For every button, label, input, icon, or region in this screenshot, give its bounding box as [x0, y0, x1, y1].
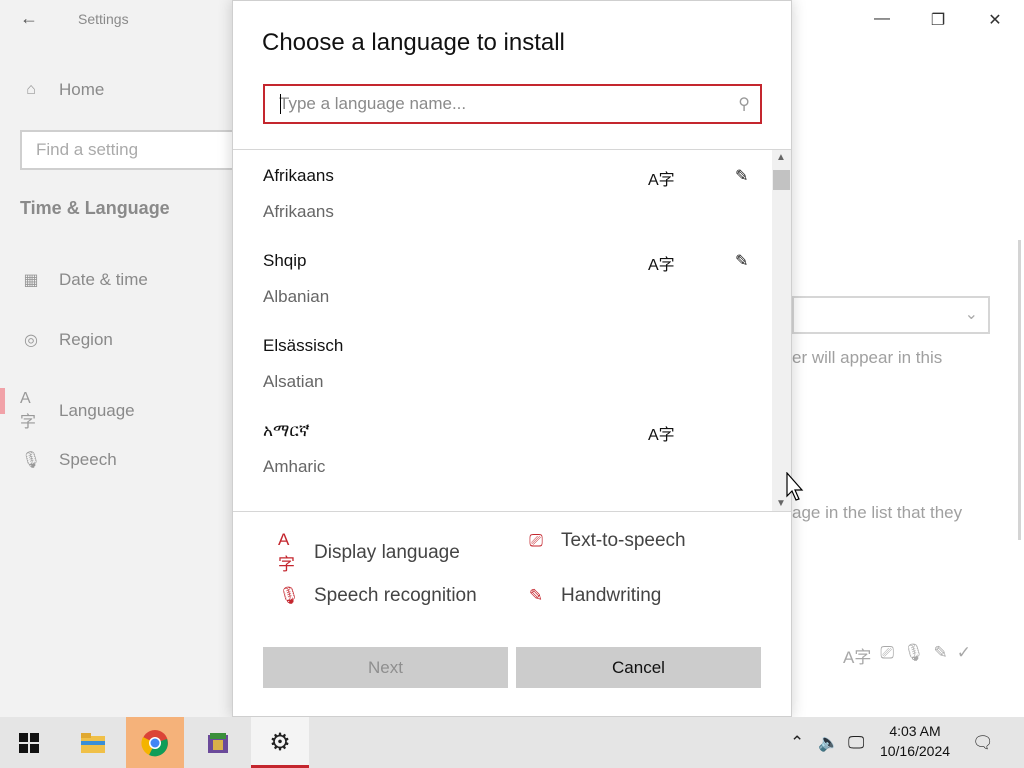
- background-scrollbar[interactable]: [1018, 240, 1021, 540]
- language-native-name: Elsässisch: [263, 336, 344, 355]
- microphone-icon: 🎙: [902, 643, 925, 662]
- find-setting-placeholder: Find a setting: [36, 140, 139, 159]
- chevron-up-icon[interactable]: ⌃: [790, 717, 804, 768]
- search-icon[interactable]: ⚲: [738, 94, 750, 114]
- find-setting-input[interactable]: Find a setting: [20, 130, 234, 170]
- language-list-scrollbar[interactable]: ▲ ▼: [772, 150, 791, 511]
- legend-text-to-speech: ⎚ Text-to-speech: [525, 530, 686, 552]
- legend-handwriting-label: Handwriting: [561, 585, 662, 606]
- volume-icon[interactable]: 🔈: [818, 717, 839, 768]
- settings-sidebar: ← Settings ⌂ Home Find a setting Time & …: [0, 0, 234, 717]
- language-search-box[interactable]: ⚲: [263, 84, 762, 124]
- language-english-name: Alsatian: [263, 372, 324, 391]
- display-language-icon: A字: [648, 427, 675, 444]
- notification-icon[interactable]: 🗨: [972, 717, 994, 768]
- nav-date-time[interactable]: ▦ Date & time: [20, 270, 148, 290]
- legend-handwriting: ✎ Handwriting: [525, 585, 661, 607]
- gear-icon: ⚙: [269, 729, 291, 756]
- background-text-2: age in the list that they: [792, 503, 963, 522]
- nav-region-label: Region: [59, 330, 113, 349]
- legend-tts-label: Text-to-speech: [561, 530, 686, 551]
- microphone-icon: 🎙: [20, 452, 42, 469]
- legend-speech-label: Speech recognition: [314, 585, 477, 606]
- display-language-icon: A字: [648, 257, 675, 274]
- legend-divider: [233, 511, 791, 512]
- language-native-name: አማርኛ: [263, 421, 310, 440]
- network-icon[interactable]: 🖵: [848, 717, 864, 768]
- language-item-albanian[interactable]: Shqip Albanian A字 ✎: [263, 235, 773, 320]
- taskbar: ⚙ ⌃ 🔈 🖵 4:03 AM 10/16/2024 🗨: [0, 717, 1024, 768]
- next-button[interactable]: Next: [263, 647, 508, 688]
- nav-speech[interactable]: 🎙 Speech: [20, 450, 117, 470]
- language-icon: A字: [20, 390, 37, 431]
- archive-icon: [208, 732, 228, 753]
- language-item-amharic[interactable]: አማርኛ Amharic A字: [263, 405, 773, 490]
- legend-display-label: Display language: [314, 541, 460, 563]
- cancel-button[interactable]: Cancel: [516, 647, 761, 688]
- archive-app-button[interactable]: [189, 717, 247, 768]
- dialog-title: Choose a language to install: [262, 29, 565, 56]
- nav-language-label: Language: [59, 401, 135, 420]
- background-feature-icons: A字 ⎚ 🎙 ✎ ✓: [843, 643, 971, 668]
- system-clock[interactable]: 4:03 AM 10/16/2024: [872, 721, 958, 761]
- language-native-name: Shqip: [263, 251, 307, 270]
- background-dropdown[interactable]: ⌄: [792, 296, 990, 334]
- language-item-alsatian[interactable]: Elsässisch Alsatian: [263, 320, 773, 405]
- minimize-icon[interactable]: —: [872, 10, 892, 28]
- chevron-down-icon: ⌄: [964, 306, 978, 323]
- text-to-speech-icon: ⎚: [880, 643, 894, 662]
- globe-icon: ◎: [24, 332, 38, 349]
- mouse-pointer-icon: [786, 472, 804, 501]
- clock-time: 4:03 AM: [889, 723, 941, 739]
- settings-taskbar-button[interactable]: ⚙: [251, 717, 309, 768]
- language-english-name: Amharic: [263, 457, 326, 476]
- language-native-name: Afrikaans: [263, 166, 334, 185]
- window-title: Settings: [78, 11, 129, 27]
- file-explorer-button[interactable]: [64, 717, 122, 768]
- language-english-name: Afrikaans: [263, 202, 334, 221]
- nav-region[interactable]: ◎ Region: [20, 330, 113, 350]
- start-button[interactable]: [0, 717, 58, 768]
- handwriting-icon: ✎: [735, 168, 749, 185]
- background-text-1: er will appear in this: [792, 348, 943, 367]
- active-nav-indicator: [0, 388, 5, 414]
- choose-language-dialog: Choose a language to install ⚲ Afrikaans…: [232, 0, 792, 717]
- legend-display-language: A字 Display language: [278, 530, 460, 575]
- windows-logo-icon: [19, 732, 39, 753]
- section-title: Time & Language: [20, 198, 170, 218]
- language-item-afrikaans[interactable]: Afrikaans Afrikaans A字 ✎: [263, 150, 773, 235]
- language-english-name: Albanian: [263, 287, 330, 306]
- legend-speech-recognition: 🎙 Speech recognition: [278, 585, 477, 607]
- microphone-icon: 🎙: [278, 586, 300, 605]
- restore-icon[interactable]: ❐: [928, 10, 948, 30]
- text-to-speech-icon: ⎚: [529, 531, 543, 550]
- calendar-clock-icon: ▦: [23, 272, 39, 289]
- nav-language[interactable]: A字 Language: [20, 390, 135, 432]
- home-icon: ⌂: [26, 81, 36, 98]
- handwriting-icon: ✎: [933, 643, 948, 662]
- scroll-up-icon[interactable]: ▲: [776, 152, 786, 163]
- text-caret: [280, 94, 281, 114]
- language-search-input[interactable]: [279, 94, 720, 114]
- nav-date-time-label: Date & time: [59, 270, 148, 289]
- nav-speech-label: Speech: [59, 450, 117, 469]
- language-list[interactable]: Afrikaans Afrikaans A字 ✎ Shqip Albanian …: [233, 150, 773, 511]
- back-arrow-icon[interactable]: ←: [20, 8, 38, 29]
- handwriting-icon: ✎: [735, 253, 749, 270]
- chrome-button[interactable]: [126, 717, 184, 768]
- display-language-icon: A字: [843, 648, 872, 667]
- close-icon[interactable]: ✕: [985, 10, 1005, 30]
- folder-icon: [81, 732, 105, 753]
- display-language-icon: A字: [278, 530, 295, 574]
- scroll-down-icon[interactable]: ▼: [776, 498, 786, 509]
- clock-date: 10/16/2024: [879, 743, 951, 759]
- spellcheck-icon: ✓: [956, 643, 972, 662]
- nav-home[interactable]: ⌂ Home: [20, 80, 104, 100]
- handwriting-icon: ✎: [528, 586, 544, 605]
- scrollbar-thumb[interactable]: [773, 170, 790, 190]
- nav-home-label: Home: [59, 80, 105, 99]
- chrome-icon: [141, 729, 168, 756]
- display-language-icon: A字: [648, 172, 675, 189]
